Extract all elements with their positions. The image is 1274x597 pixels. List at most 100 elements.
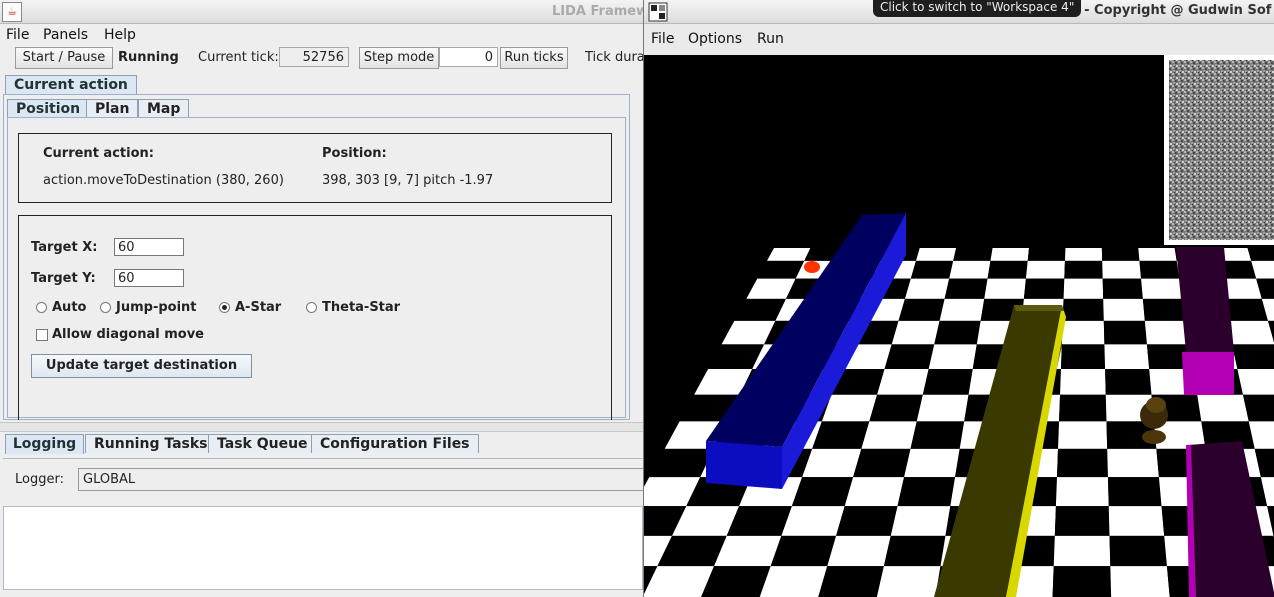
- ws3d-menu-file[interactable]: File: [651, 31, 674, 47]
- current-tick-label: Current tick:: [198, 50, 279, 65]
- logger-label: Logger:: [15, 472, 64, 487]
- floor-tile: [934, 320, 981, 345]
- target-x-label: Target X:: [31, 240, 98, 255]
- floor-tile: [884, 344, 935, 370]
- floor-tile: [1027, 248, 1066, 261]
- allow-diagonal-label: Allow diagonal move: [52, 327, 204, 342]
- 3d-scene-canvas[interactable]: [644, 55, 1274, 597]
- radio-theta-star-label: Theta-Star: [322, 300, 401, 315]
- floor-tile: [1059, 394, 1107, 422]
- tick-duration-label: Tick dura: [585, 50, 643, 65]
- radio-auto-label: Auto: [52, 300, 87, 315]
- floor-tile: [1058, 421, 1108, 449]
- floor-tile: [1060, 344, 1106, 370]
- floor-tile: [1103, 298, 1145, 321]
- radio-jump-point[interactable]: [100, 302, 111, 313]
- radio-a-star[interactable]: [219, 302, 230, 313]
- floor-tile: [928, 344, 977, 370]
- menu-panels[interactable]: Panels: [43, 27, 88, 43]
- floor-tile: [1063, 278, 1104, 299]
- current-action-value: action.moveToDestination (380, 260): [43, 173, 284, 188]
- floor-tile: [869, 394, 923, 422]
- floor-tile: [812, 421, 870, 449]
- floor-tile: [861, 421, 917, 449]
- floor-tile: [949, 260, 991, 279]
- food-apple: [804, 261, 820, 273]
- floor-tile: [1102, 278, 1143, 299]
- current-tick-field: 52756: [279, 47, 349, 67]
- workspace-tooltip: Click to switch to "Workspace 4": [873, 0, 1082, 17]
- floor-tile: [876, 566, 941, 597]
- floor-tile: [922, 369, 973, 395]
- floor-tile: [1104, 344, 1150, 370]
- floor-tile: [1110, 566, 1170, 597]
- target-form: Target X: 60 Target Y: 60 Auto Jump-poin…: [18, 215, 612, 420]
- tab-current-action[interactable]: Current action: [5, 75, 137, 95]
- split-pane-divider[interactable]: [0, 422, 643, 432]
- tab-logging[interactable]: Logging: [5, 434, 84, 454]
- position-value: 398, 303 [9, 7] pitch -1.97: [322, 173, 494, 188]
- logger-select[interactable]: GLOBAL: [78, 468, 643, 491]
- radio-auto[interactable]: [36, 302, 47, 313]
- tab-task-queue[interactable]: Task Queue: [208, 434, 317, 453]
- magenta-wall-upper: [1176, 247, 1234, 395]
- floor-tile: [953, 248, 993, 261]
- floor-tile: [1105, 369, 1152, 395]
- floor-tile: [1141, 278, 1183, 299]
- floor-tile: [802, 448, 862, 478]
- floor-tile: [759, 566, 828, 597]
- floor-tile: [836, 506, 898, 536]
- floor-tile: [1109, 535, 1167, 567]
- floor-tile: [898, 298, 945, 321]
- run-ticks-button[interactable]: Run ticks: [500, 47, 568, 69]
- floor-tile: [1102, 260, 1142, 279]
- camera-preview-image: [1169, 60, 1274, 240]
- floor-tile: [1060, 369, 1106, 395]
- menu-help[interactable]: Help: [104, 27, 136, 43]
- target-y-label: Target Y:: [31, 271, 96, 286]
- update-target-button[interactable]: Update target destination: [31, 354, 252, 378]
- ws3d-menu-options[interactable]: Options: [688, 31, 742, 47]
- log-text-area[interactable]: [3, 506, 643, 590]
- floor-tile: [897, 477, 956, 507]
- floor-tile: [818, 566, 884, 597]
- floor-tile: [939, 298, 985, 321]
- floor-tile: [944, 278, 988, 299]
- floor-tile: [1064, 260, 1103, 279]
- floor-tile: [915, 248, 957, 261]
- tab-plan[interactable]: Plan: [86, 99, 139, 118]
- floor-tile: [791, 477, 854, 507]
- tab-configuration-files[interactable]: Configuration Files: [311, 434, 479, 453]
- floor-tile: [766, 248, 811, 261]
- floor-tile: [990, 248, 1029, 261]
- ws3d-menu-run[interactable]: Run: [757, 31, 784, 47]
- floor-tile: [781, 506, 845, 536]
- radio-theta-star[interactable]: [306, 302, 317, 313]
- floor-tile: [1226, 320, 1274, 345]
- floor-tile: [1103, 320, 1147, 345]
- ws3d-window: er 3D - Copyright @ Gudwin Sof File Opti…: [643, 0, 1274, 597]
- floor-tile: [1056, 448, 1108, 478]
- floor-tile: [1055, 477, 1109, 507]
- action-info-box: Current action: action.moveToDestination…: [18, 133, 612, 203]
- floor-tile: [1237, 369, 1274, 395]
- position-label: Position:: [322, 146, 387, 161]
- floor-tile: [916, 394, 969, 422]
- start-pause-button[interactable]: Start / Pause: [15, 47, 113, 69]
- step-mode-button[interactable]: Step mode: [359, 47, 439, 69]
- ws3d-menubar: File Options Run: [644, 28, 1274, 50]
- tab-position[interactable]: Position: [7, 99, 90, 118]
- floor-tile: [904, 448, 960, 478]
- floor-tile: [1064, 248, 1103, 261]
- menu-file[interactable]: File: [6, 27, 29, 43]
- ticks-input[interactable]: 0: [439, 47, 498, 67]
- target-x-input[interactable]: 60: [114, 238, 184, 256]
- tab-running-tasks[interactable]: Running Tasks: [85, 434, 217, 453]
- lida-window: ☕ LIDA Framew File Panels Help Start / P…: [0, 0, 643, 597]
- allow-diagonal-checkbox[interactable]: [36, 329, 48, 341]
- tab-map[interactable]: Map: [138, 99, 190, 118]
- run-status: Running: [118, 50, 179, 65]
- floor-tile: [1061, 320, 1105, 345]
- target-y-input[interactable]: 60: [114, 269, 184, 287]
- floor-tile: [1101, 248, 1140, 261]
